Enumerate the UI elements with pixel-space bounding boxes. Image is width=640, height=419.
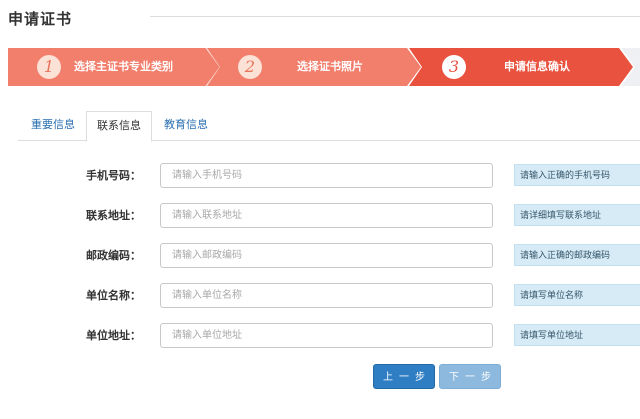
previous-step-button[interactable]: 上一步: [373, 364, 435, 389]
company-address-label: 单位地址：: [86, 329, 141, 342]
step-2-number: 2: [238, 55, 262, 79]
form-row-mobile: 手机号码： 请输入正确的手机号码: [0, 163, 640, 189]
company-address-input[interactable]: [160, 323, 493, 348]
company-name-hint: 请填写单位名称: [514, 284, 640, 306]
step-progress: 1 选择主证书专业类别 2 选择证书照片 3 申请信息确认: [8, 48, 640, 86]
page-title: 申请证书: [8, 10, 73, 28]
form-row-company-name: 单位名称： 请填写单位名称: [0, 283, 640, 309]
form-row-address: 联系地址： 请详细填写联系地址: [0, 203, 640, 229]
mobile-label: 手机号码：: [86, 169, 141, 182]
form-row-company-address: 单位地址： 请填写单位地址: [0, 323, 640, 349]
tab-important-info[interactable]: 重要信息: [22, 111, 84, 141]
mobile-input[interactable]: [160, 163, 493, 188]
address-hint: 请详细填写联系地址: [514, 204, 640, 226]
tab-bar: 重要信息 联系信息 教育信息: [18, 111, 640, 142]
step-1-number: 1: [37, 55, 61, 79]
company-address-hint: 请填写单位地址: [514, 324, 640, 346]
step-3-label: 申请信息确认: [504, 60, 570, 73]
postcode-label: 邮政编码：: [86, 249, 141, 262]
postcode-hint: 请输入正确的邮政编码: [514, 244, 640, 266]
company-name-input[interactable]: [160, 283, 493, 308]
title-divider: [150, 16, 640, 17]
mobile-hint: 请输入正确的手机号码: [514, 164, 640, 186]
postcode-input[interactable]: [160, 243, 493, 268]
address-label: 联系地址：: [86, 209, 141, 222]
address-input[interactable]: [160, 203, 493, 228]
next-step-button[interactable]: 下一步: [439, 364, 501, 389]
step-3: 3 申请信息确认: [409, 48, 640, 86]
step-1-label: 选择主证书专业类别: [74, 60, 173, 73]
company-name-label: 单位名称：: [86, 289, 141, 302]
step-3-number: 3: [442, 55, 466, 79]
step-1: 1 选择主证书专业类别: [8, 48, 223, 86]
form-row-postcode: 邮政编码： 请输入正确的邮政编码: [0, 243, 640, 269]
tab-contact-info[interactable]: 联系信息: [86, 111, 152, 142]
step-2: 2 选择证书照片: [207, 48, 422, 86]
step-2-label: 选择证书照片: [297, 60, 363, 73]
tab-education-info[interactable]: 教育信息: [154, 111, 218, 141]
